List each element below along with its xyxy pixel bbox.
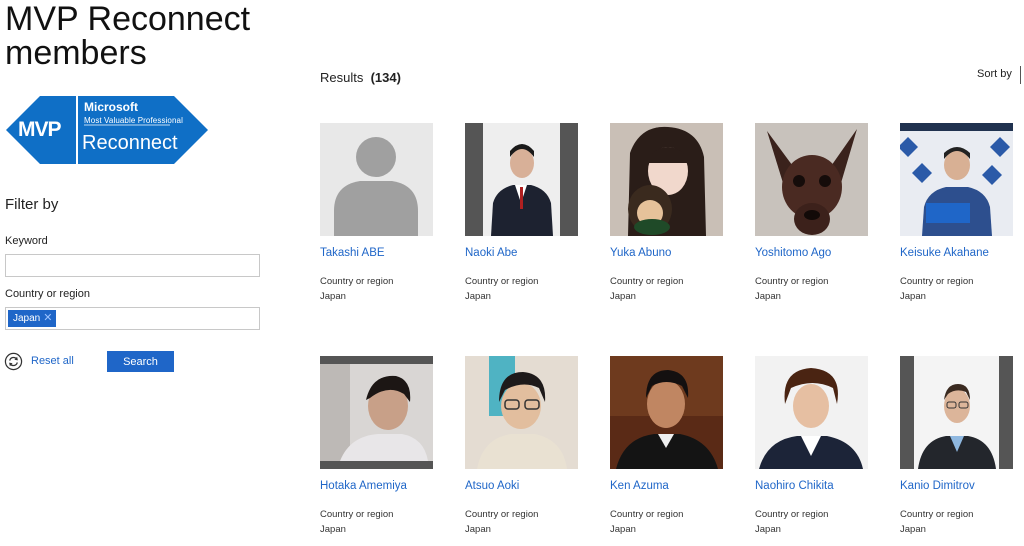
- member-name[interactable]: Naohiro Chikita: [755, 480, 834, 492]
- logo-microsoft-text: Microsoft: [84, 100, 138, 114]
- results-number: (134): [370, 70, 401, 85]
- country-region-value: Japan: [610, 524, 636, 535]
- country-region-label: Country or region: [465, 276, 539, 287]
- member-name[interactable]: Yuka Abuno: [610, 247, 671, 259]
- country-input[interactable]: Japan ✕: [5, 307, 260, 330]
- country-region-label: Country or region: [610, 509, 684, 520]
- results-label: Results: [320, 70, 364, 85]
- country-chip-japan: Japan ✕: [8, 310, 57, 327]
- country-chip-label: Japan: [13, 313, 41, 324]
- logo-reconnect-text: Reconnect: [82, 132, 178, 154]
- country-region-label: Country or region: [755, 276, 829, 287]
- member-name[interactable]: Kanio Dimitrov: [900, 480, 975, 492]
- search-button[interactable]: Search: [107, 351, 174, 372]
- country-region-value: Japan: [465, 524, 491, 535]
- country-region-label: Country or region: [755, 509, 829, 520]
- member-photo[interactable]: [900, 123, 1013, 236]
- filter-heading: Filter by: [5, 196, 59, 213]
- member-photo[interactable]: [465, 356, 578, 469]
- country-region-label: Country or region: [900, 276, 974, 287]
- country-region-value: Japan: [465, 291, 491, 302]
- member-name[interactable]: Ken Azuma: [610, 480, 669, 492]
- member-photo[interactable]: [900, 356, 1013, 469]
- member-name[interactable]: Keisuke Akahane: [900, 247, 989, 259]
- member-photo[interactable]: [465, 123, 578, 236]
- country-region-value: Japan: [320, 291, 346, 302]
- country-label: Country or region: [5, 288, 90, 300]
- country-region-value: Japan: [900, 291, 926, 302]
- member-name[interactable]: Hotaka Amemiya: [320, 480, 407, 492]
- country-region-value: Japan: [610, 291, 636, 302]
- sort-by-label[interactable]: Sort by: [977, 68, 1012, 80]
- results-count: Results (134): [320, 70, 401, 85]
- member-photo[interactable]: [320, 356, 433, 469]
- country-region-value: Japan: [755, 524, 781, 535]
- keyword-label: Keyword: [5, 235, 48, 247]
- page-title-line-1: MVP Reconnect: [5, 0, 251, 38]
- reset-all-link[interactable]: Reset all: [31, 355, 74, 367]
- logo-program-text: Most Valuable Professional: [84, 116, 183, 125]
- mvp-reconnect-logo: MVP Microsoft Most Valuable Professional…: [4, 96, 210, 164]
- member-photo[interactable]: [755, 356, 868, 469]
- country-region-label: Country or region: [900, 509, 974, 520]
- country-region-label: Country or region: [320, 509, 394, 520]
- country-region-value: Japan: [320, 524, 346, 535]
- page-title-line-2: members: [5, 34, 147, 72]
- member-name[interactable]: Atsuo Aoki: [465, 480, 519, 492]
- member-name[interactable]: Naoki Abe: [465, 247, 517, 259]
- member-name[interactable]: Takashi ABE: [320, 247, 385, 259]
- member-name[interactable]: Yoshitomo Ago: [755, 247, 831, 259]
- country-region-value: Japan: [900, 524, 926, 535]
- reset-icon[interactable]: [4, 352, 23, 371]
- keyword-input[interactable]: [5, 254, 260, 277]
- member-photo-placeholder[interactable]: [320, 123, 433, 236]
- country-region-label: Country or region: [610, 276, 684, 287]
- member-photo[interactable]: [610, 356, 723, 469]
- country-region-value: Japan: [755, 291, 781, 302]
- country-region-label: Country or region: [465, 509, 539, 520]
- member-photo[interactable]: [755, 123, 868, 236]
- page-title: MVP Reconnect members: [5, 2, 305, 70]
- chip-remove-icon[interactable]: ✕: [43, 313, 52, 324]
- member-photo[interactable]: [610, 123, 723, 236]
- country-region-label: Country or region: [320, 276, 394, 287]
- logo-mvp-text: MVP: [18, 118, 62, 141]
- sort-dropdown-edge[interactable]: [1020, 66, 1021, 84]
